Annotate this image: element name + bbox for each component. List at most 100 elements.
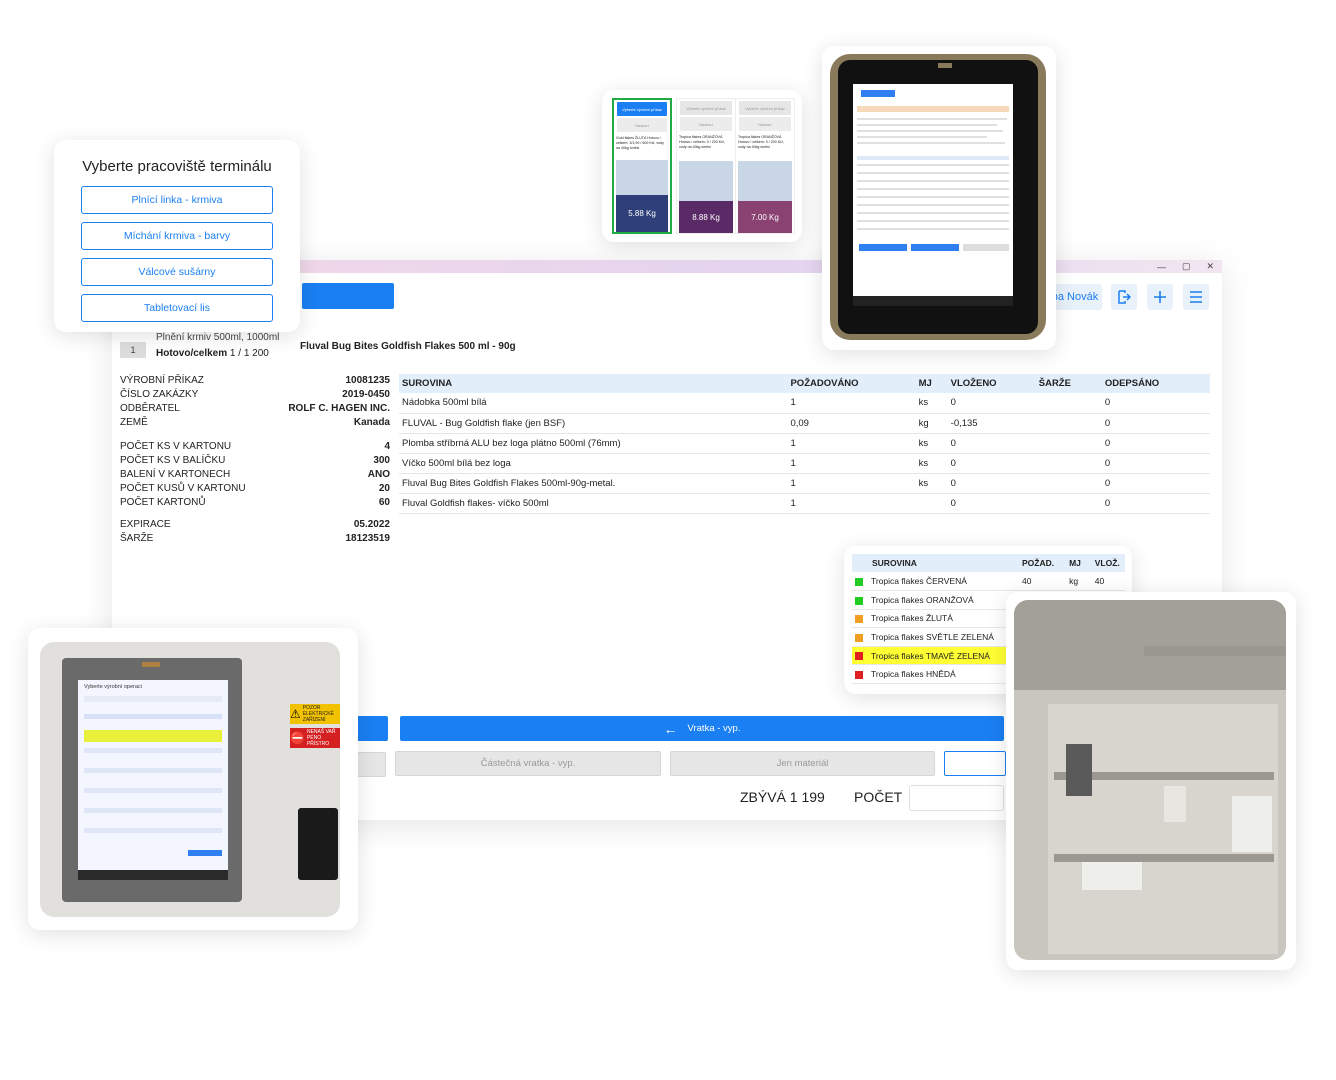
minimize-icon[interactable]: — — [1157, 262, 1166, 272]
product-name: Fluval Bug Bites Goldfish Flakes 500 ml … — [300, 341, 516, 352]
add-button[interactable] — [1147, 284, 1173, 310]
progress-label: Hotovo/celkem — [156, 348, 228, 359]
order-field-label: ODBĚRATEL — [120, 403, 180, 414]
option-label: Plnící linka - krmiva — [131, 194, 223, 206]
primary-action-button[interactable] — [302, 283, 394, 309]
tablet-screen — [853, 84, 1013, 306]
weight-fill: 7.00 Kg — [738, 201, 792, 233]
table-cell — [1035, 493, 1102, 514]
order-field-value: 20 — [378, 483, 390, 494]
count-input[interactable] — [909, 785, 1004, 811]
table-cell — [1035, 433, 1102, 454]
column-header[interactable]: MJ — [915, 374, 948, 393]
warning-sign-prohibition: ⛔ NENAŠ VAŘ PÉNO PŘÍSTRO — [290, 728, 340, 748]
table-cell: ks — [915, 453, 948, 474]
table-cell: Tropica flakes ČERVENÁ — [852, 572, 1019, 592]
column-header[interactable]: VLOŽENO — [947, 374, 1036, 393]
tablet-screen-button — [861, 90, 895, 97]
status-color-icon — [855, 596, 863, 605]
no-entry-icon: ⛔ — [290, 731, 305, 745]
order-field-label: VÝROBNÍ PŘÍKAZ — [120, 375, 204, 386]
mixing-panel[interactable]: Vyberte výrobní příkaz Nastaví Gold flakes… — [612, 98, 672, 234]
table-cell: 0,09 — [787, 413, 916, 434]
table-row[interactable]: Tropica flakes ČERVENÁ 40 kg 40 — [852, 572, 1125, 592]
wall-screen-taskbar — [78, 870, 228, 880]
material-name: Tropica flakes ŽLUTÁ — [871, 613, 953, 624]
order-field: POČET KS V BALÍČKU 300 — [120, 454, 390, 468]
column-header[interactable]: ŠARŽE — [1035, 374, 1102, 393]
device-camera — [142, 662, 160, 667]
outlined-action-button[interactable] — [944, 751, 1006, 776]
column-header[interactable]: POŽAD. — [1018, 554, 1067, 572]
table-cell: 0 — [1101, 393, 1210, 414]
tablet-line — [857, 164, 1009, 166]
tablet-line — [857, 172, 1009, 174]
menu-button[interactable] — [1183, 284, 1209, 310]
column-header[interactable]: VLOŽ. — [1091, 554, 1125, 572]
select-order-button[interactable]: Vyberte výrobní příkaz — [617, 102, 667, 116]
table-row[interactable]: Plomba stříbrná ALU bez loga plátno 500m… — [399, 433, 1210, 454]
workstation-option-filling[interactable]: Plnící linka - krmiva — [81, 186, 273, 214]
order-field: BALENÍ V KARTONECH ANO — [120, 468, 390, 482]
power-supply-unit — [1066, 744, 1092, 796]
status-color-icon — [855, 652, 863, 661]
order-field: ZEMĚ Kanada — [120, 416, 390, 430]
tablet-line — [857, 142, 1005, 144]
table-cell: Tropica flakes TMAVĚ ZELENÁ — [852, 646, 1019, 666]
weight-fill: 8.88 Kg — [679, 201, 733, 233]
return-button[interactable]: ← Vratka - vyp. — [400, 716, 1004, 741]
table-row[interactable]: Víčko 500ml bílá bez loga 1 ks 0 0 — [399, 453, 1210, 474]
mixing-panel[interactable]: Vyberte výrobní příkaz Nastaví Tropica fla… — [676, 98, 736, 234]
weight-fill: 5.88 Kg — [616, 195, 668, 232]
table-row[interactable]: Fluval Bug Bites Goldfish Flakes 500ml-9… — [399, 473, 1210, 494]
partial-return-button[interactable]: Částečná vratka - vyp. — [395, 751, 661, 776]
tablet-line — [857, 180, 1009, 182]
option-label: Tabletovací lis — [144, 302, 210, 314]
table-row[interactable]: Nádobka 500ml bílá 1 ks 0 0 — [399, 393, 1210, 414]
table-cell: Tropica flakes ŽLUTÁ — [852, 609, 1019, 629]
weight-bar: 7.00 Kg — [738, 161, 792, 233]
workstation-option-press[interactable]: Tabletovací lis — [81, 294, 273, 322]
tablet-screen-banner — [857, 106, 1009, 112]
material-name: Tropica flakes TMAVĚ ZELENÁ — [871, 650, 990, 661]
mixing-panel[interactable]: Vyberte výrobní příkaz Nastaví Tropica fla… — [735, 98, 795, 234]
close-icon[interactable]: ✕ — [1206, 261, 1214, 272]
table-row[interactable]: FLUVAL - Bug Goldfish flake (jen BSF) 0,0… — [399, 413, 1210, 434]
table-cell: 40 — [1091, 572, 1125, 592]
user-name: pa Novák — [1051, 291, 1099, 303]
select-order-button[interactable]: Vyberte výrobní příkaz — [680, 101, 732, 115]
workstation-option-mixing[interactable]: Míchání krmiva - barvy — [81, 222, 273, 250]
set-button[interactable]: Nastaví — [739, 117, 791, 131]
material-only-label: Jen materiál — [776, 758, 829, 769]
order-field: VÝROBNÍ PŘÍKAZ 10081235 — [120, 374, 390, 388]
table-cell: FLUVAL - Bug Goldfish flake (jen BSF) — [399, 413, 788, 434]
tablet-line — [857, 136, 987, 138]
workstation-option-dryers[interactable]: Válcové sušárny — [81, 258, 273, 286]
table-cell: ks — [915, 433, 948, 454]
order-field-value: 4 — [384, 441, 390, 452]
wall-screen-row — [84, 768, 222, 773]
mixing-panels-card: Vyberte výrobní příkaz Nastaví Gold flakes… — [602, 90, 802, 242]
table-cell: 1 — [787, 493, 916, 514]
tablet-screen-action — [911, 244, 959, 251]
logout-button[interactable] — [1111, 284, 1137, 310]
weight-bar: 8.88 Kg — [679, 161, 733, 233]
set-button[interactable]: Nastaví — [680, 117, 732, 131]
order-field-value: 10081235 — [345, 375, 391, 386]
table-row[interactable]: Fluval Goldfish flakes- víčko 500ml 1 0 0 — [399, 493, 1210, 514]
column-header[interactable]: MJ — [1066, 554, 1092, 572]
order-field: POČET KS V KARTONU 4 — [120, 440, 390, 454]
order-field-value: 2019-0450 — [342, 389, 390, 400]
column-header[interactable]: ODEPSÁNO — [1101, 374, 1210, 393]
table-cell — [1035, 453, 1102, 474]
status-color-icon — [855, 671, 863, 680]
set-button[interactable]: Nastaví — [617, 118, 667, 132]
maximize-icon[interactable]: ▢ — [1182, 261, 1191, 272]
column-header[interactable]: SUROVINA — [399, 374, 788, 393]
select-order-button[interactable]: Vyberte výrobní příkaz — [739, 101, 791, 115]
user-button[interactable]: pa Novák — [1048, 284, 1102, 310]
material-only-button[interactable]: Jen materiál — [670, 751, 935, 776]
column-header[interactable]: POŽADOVÁNO — [787, 374, 916, 393]
count-label: POČET — [854, 789, 903, 805]
column-header[interactable]: SUROVINA — [852, 554, 1019, 572]
